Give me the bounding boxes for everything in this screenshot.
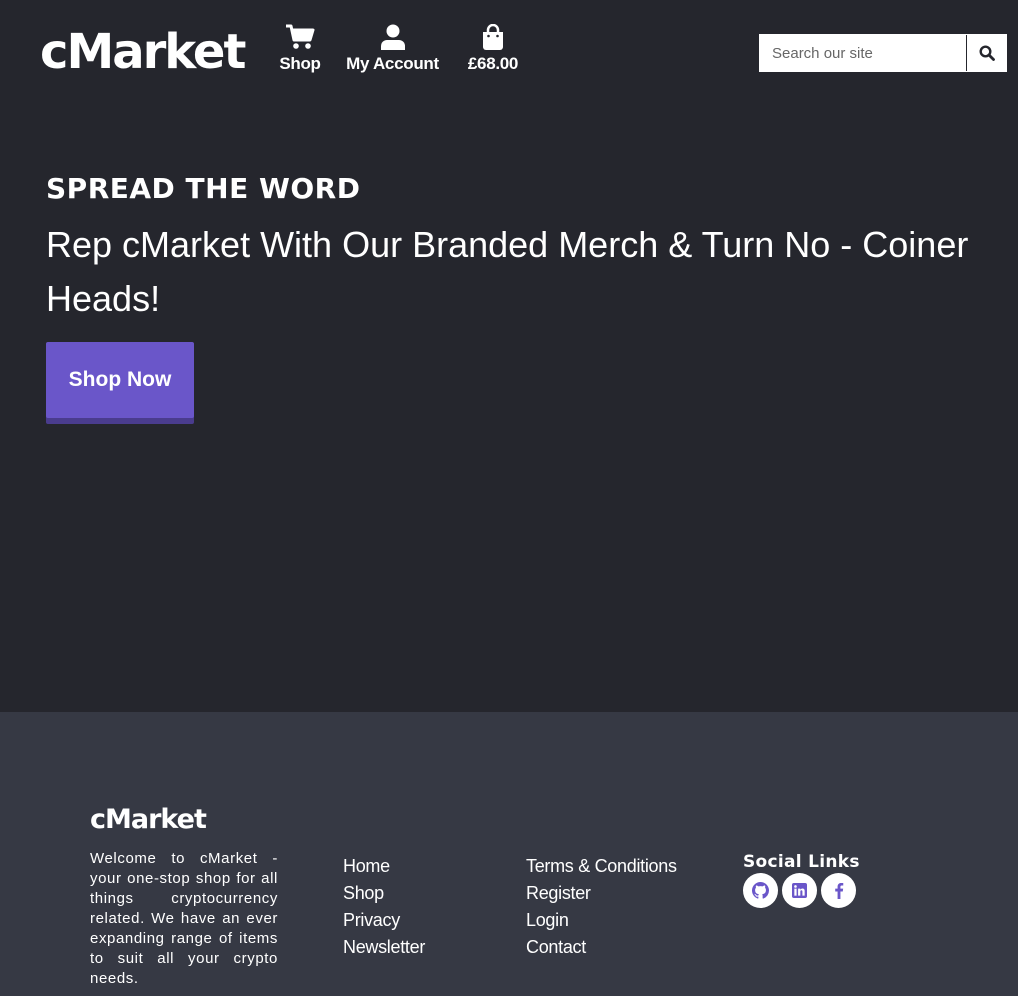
linkedin-icon (792, 883, 807, 898)
social-links (743, 873, 856, 908)
nav-bag[interactable]: £68.00 (464, 24, 522, 74)
footer-link-shop[interactable]: Shop (343, 880, 425, 907)
social-links-title: Social Links (743, 852, 860, 872)
footer-logo: cMarket (90, 804, 207, 835)
search-form (759, 34, 1007, 72)
facebook-icon (834, 882, 843, 899)
github-link[interactable] (743, 873, 778, 908)
search-input[interactable] (760, 35, 966, 71)
nav-shop-label: Shop (279, 54, 321, 73)
footer-link-contact[interactable]: Contact (526, 934, 677, 961)
hero-title: Rep cMarket With Our Branded Merch & Tur… (46, 224, 969, 319)
footer-link-home[interactable]: Home (343, 853, 425, 880)
site-footer: cMarket Welcome to cMarket - your one-st… (0, 712, 1018, 996)
site-logo[interactable]: cMarket (40, 22, 246, 82)
linkedin-link[interactable] (782, 873, 817, 908)
user-icon (380, 24, 405, 50)
footer-about-text: Welcome to cMarket - your one-stop shop … (90, 850, 278, 987)
nav-my-account[interactable]: My Account (343, 24, 442, 74)
search-button[interactable] (966, 35, 1006, 71)
bag-total: £68.00 (467, 54, 519, 73)
shopping-bag-icon (483, 24, 503, 50)
facebook-link[interactable] (821, 873, 856, 908)
footer-link-login[interactable]: Login (526, 907, 677, 934)
footer-link-privacy[interactable]: Privacy (343, 907, 425, 934)
site-header: cMarket Shop My Account £68.00 (0, 0, 1018, 110)
footer-link-register[interactable]: Register (526, 880, 677, 907)
nav-shop[interactable]: Shop (279, 24, 321, 74)
cart-icon (286, 24, 315, 49)
footer-links-main: Home Shop Privacy Newsletter (343, 853, 425, 961)
github-icon (752, 882, 769, 899)
nav-account-label: My Account (346, 54, 439, 73)
hero-kicker: Spread The Word (46, 172, 361, 205)
shop-now-button[interactable]: Shop Now (46, 342, 194, 418)
footer-links-secondary: Terms & Conditions Register Login Contac… (526, 853, 677, 961)
footer-link-terms[interactable]: Terms & Conditions (526, 853, 677, 880)
footer-link-newsletter[interactable]: Newsletter (343, 934, 425, 961)
search-icon (978, 45, 995, 61)
